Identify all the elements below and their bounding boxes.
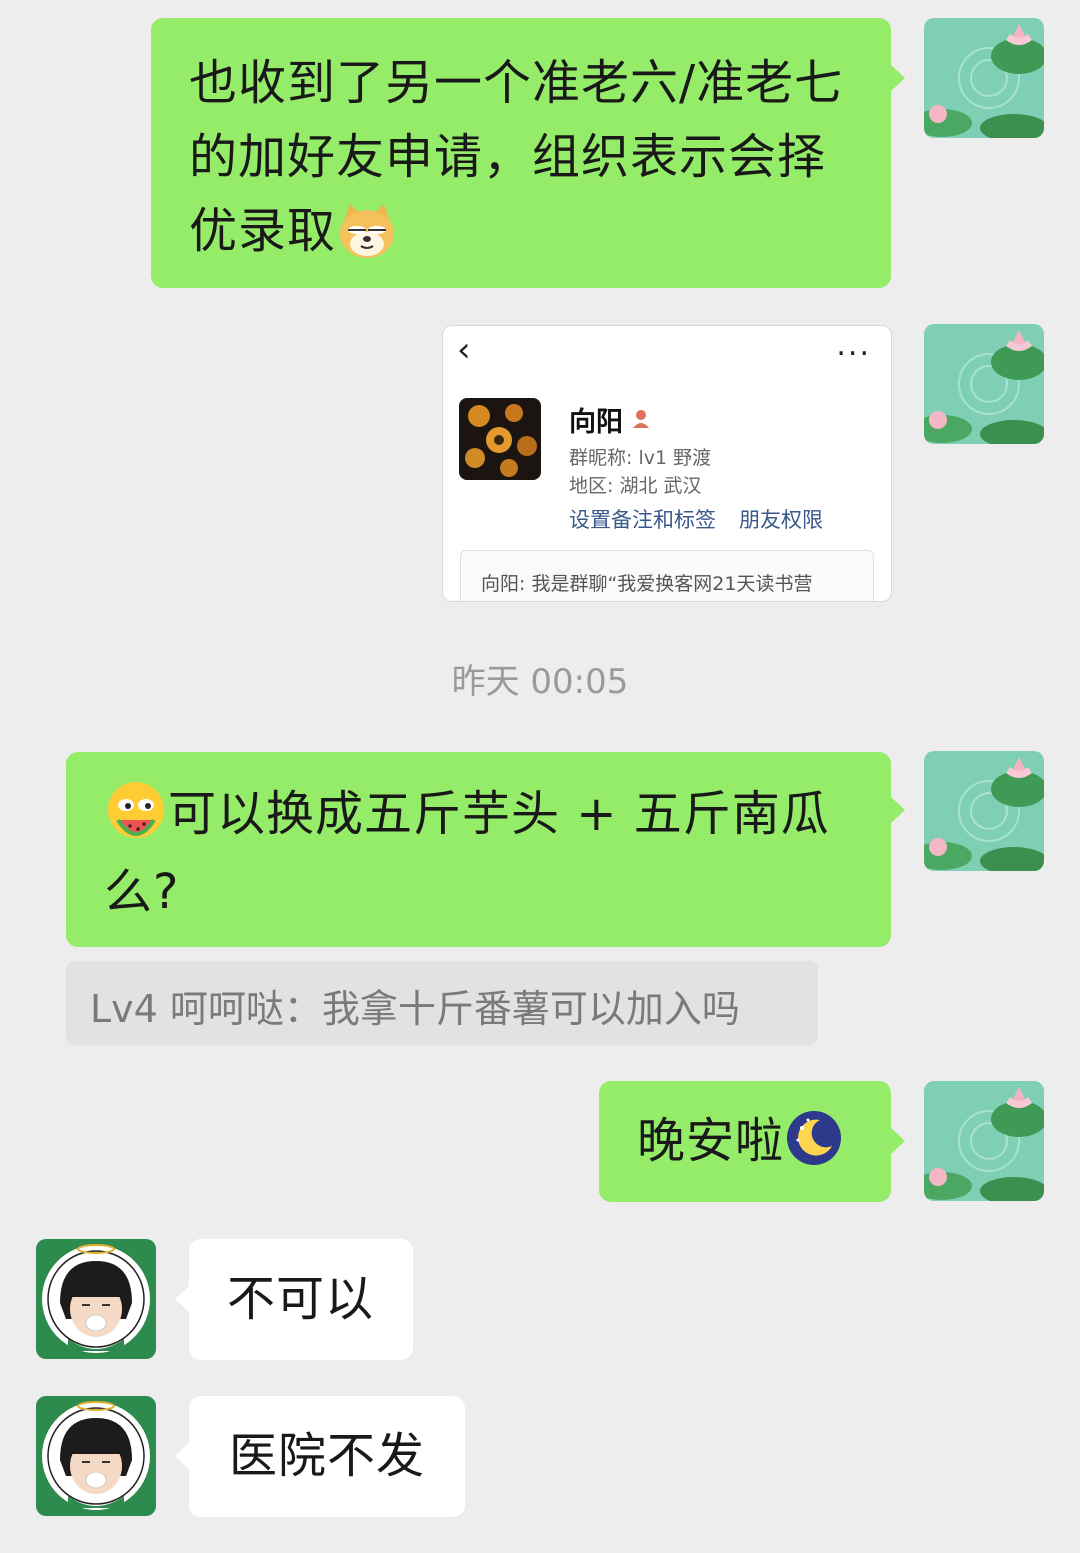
bubble-tail [890,1127,905,1155]
message-text: 晚安啦 [637,1104,891,1181]
profile-name: 向阳 [569,407,623,438]
bubble-tail [890,64,905,92]
my-avatar[interactable] [924,18,1044,138]
moon-night-icon [784,1107,844,1181]
message-text: 可以换成五斤芋头 + 五斤南瓜么? [104,777,861,929]
chat-timestamp: 昨天 00:05 [451,662,629,702]
profile-region: 地区: 湖北 武汉 [569,475,702,497]
bubble-tail [175,1285,190,1313]
quoted-message[interactable]: Lv4 呵呵哒：我拿十斤番薯可以加入吗 [66,961,818,1045]
bubble-tail [890,796,905,824]
sent-message-bubble[interactable]: 也收到了另一个准老六/准老七的加好友申请，组织表示会择优录取 [151,18,905,288]
friend-request-text: 向阳: 我是群聊“我爱换客网21天读书营 [481,573,813,595]
message-text: 医院不发 [229,1428,426,1484]
friend-permission-link[interactable]: 朋友权限 [739,504,823,534]
message-text: 不可以 [227,1271,375,1327]
message-text: 也收到了另一个准老六/准老七的加好友申请，组织表示会择优录取 [189,46,855,271]
sent-message-bubble[interactable]: 可以换成五斤芋头 + 五斤南瓜么? [66,752,905,947]
doge-icon [336,197,398,271]
received-message-bubble[interactable]: 不可以 [175,1239,413,1360]
my-avatar[interactable] [924,751,1044,871]
profile-nickname: 群昵称: lv1 野渡 [569,447,712,469]
more-icon: ... [836,328,871,363]
gender-icon [632,409,650,433]
my-avatar[interactable] [924,324,1044,444]
contact-avatar[interactable] [36,1239,156,1359]
sent-message-bubble[interactable]: 晚安啦 [599,1081,905,1202]
my-avatar[interactable] [924,1081,1044,1201]
set-remark-link[interactable]: 设置备注和标签 [569,504,716,534]
eating-watermelon-icon [104,780,168,855]
back-chevron-icon: ‹ [457,330,471,370]
bubble-tail [175,1442,190,1470]
profile-avatar [459,398,541,480]
friend-request-box: 向阳: 我是群聊“我爱换客网21天读书营 [460,550,874,601]
quoted-message-text: Lv4 呵呵哒：我拿十斤番薯可以加入吗 [90,987,740,1031]
contact-avatar[interactable] [36,1396,156,1516]
received-message-bubble[interactable]: 医院不发 [175,1396,465,1517]
shared-profile-card[interactable]: ‹ ... 向阳 群昵称: lv1 野渡 地区: 湖北 武汉 设置备注和标签 朋… [442,325,892,602]
